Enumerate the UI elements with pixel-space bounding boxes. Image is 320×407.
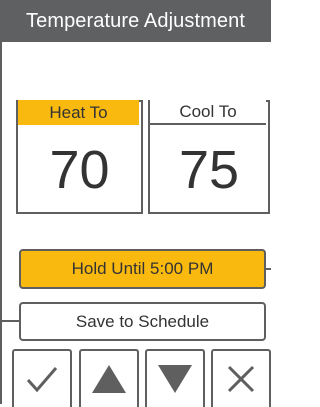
cancel-button[interactable] — [211, 349, 271, 407]
close-icon — [227, 365, 255, 393]
down-arrow-icon — [158, 365, 192, 393]
heat-setpoint-value: 70 — [49, 140, 110, 200]
heat-to-label: Heat To — [18, 100, 139, 125]
hold-until-button[interactable]: Hold Until 5:00 PM — [19, 249, 266, 289]
cool-to-label: Cool To — [150, 100, 266, 125]
heat-setpoint-panel[interactable]: Heat To 70 — [16, 100, 143, 214]
page-title: Temperature Adjustment — [0, 0, 271, 42]
cool-setpoint-value: 75 — [178, 140, 240, 200]
increase-temperature-button[interactable] — [79, 349, 139, 407]
confirm-button[interactable] — [12, 349, 72, 407]
cool-setpoint-panel[interactable]: Cool To 75 — [148, 100, 270, 214]
up-arrow-icon — [92, 365, 126, 393]
save-to-schedule-button[interactable]: Save to Schedule — [19, 302, 266, 341]
save-connector-line — [0, 320, 19, 322]
checkmark-icon — [26, 367, 58, 393]
hold-connector-line — [266, 268, 271, 270]
decrease-temperature-button[interactable] — [145, 349, 205, 407]
